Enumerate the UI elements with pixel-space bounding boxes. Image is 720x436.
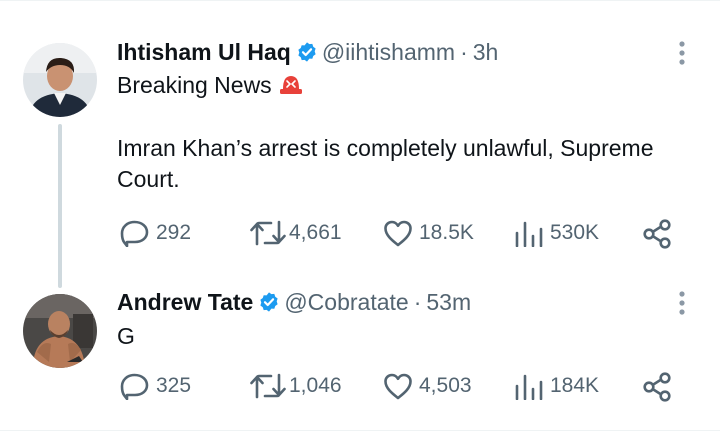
thread-line xyxy=(58,124,62,288)
tweet-header: Andrew Tate @Cobratate · 53m xyxy=(117,288,471,316)
retweet-button[interactable]: 1,046 xyxy=(249,372,342,400)
views-chart-icon xyxy=(515,221,543,247)
retweet-count: 1,046 xyxy=(289,374,342,397)
heart-icon xyxy=(384,373,412,400)
tweet-header: Ihtisham Ul Haq @iihtishamm · 3h xyxy=(117,38,498,66)
tweet-line: Imran Khan’s arrest is completely unlawf… xyxy=(117,135,654,161)
more-dots-icon[interactable] xyxy=(676,290,688,316)
views-chart-icon xyxy=(515,374,543,400)
timestamp[interactable]: 53m xyxy=(426,288,471,316)
verified-badge-icon xyxy=(260,292,278,312)
heart-icon xyxy=(384,220,412,247)
author-name[interactable]: Ihtisham Ul Haq xyxy=(117,38,291,66)
author-handle[interactable]: @iihtishamm xyxy=(322,38,455,66)
retweet-count: 4,661 xyxy=(289,221,342,244)
separator: · xyxy=(460,39,468,65)
avatar[interactable] xyxy=(23,294,97,368)
more-dots-icon[interactable] xyxy=(676,40,688,66)
avatar[interactable] xyxy=(23,43,97,117)
like-count: 4,503 xyxy=(419,374,472,397)
share-icon xyxy=(643,219,671,249)
tweet-text: G xyxy=(117,323,135,349)
like-count: 18.5K xyxy=(419,221,474,244)
tweet-line: Breaking News xyxy=(117,70,304,101)
timestamp[interactable]: 3h xyxy=(473,38,499,66)
share-button[interactable] xyxy=(642,372,672,402)
share-button[interactable] xyxy=(642,219,672,249)
tweet-line: Court. xyxy=(117,166,180,192)
like-button[interactable]: 4,503 xyxy=(383,372,472,400)
tweet-line-text: Breaking News xyxy=(117,72,272,98)
bottom-divider xyxy=(0,430,720,431)
views-button[interactable]: 530K xyxy=(514,219,599,247)
share-icon xyxy=(643,372,671,402)
author-handle[interactable]: @Cobratate xyxy=(284,288,408,316)
reply-count: 292 xyxy=(156,221,192,244)
reply-icon xyxy=(120,373,149,400)
retweet-button[interactable]: 4,661 xyxy=(249,219,342,247)
reply-count: 325 xyxy=(156,374,192,397)
retweet-icon xyxy=(250,373,286,399)
views-count: 184K xyxy=(550,374,600,397)
like-button[interactable]: 18.5K xyxy=(383,219,474,247)
separator: · xyxy=(413,289,422,315)
reply-button[interactable]: 325 xyxy=(119,372,191,400)
retweet-icon xyxy=(250,220,286,246)
police-siren-emoji xyxy=(279,76,302,94)
reply-icon xyxy=(120,220,149,247)
verified-badge-icon xyxy=(298,42,316,62)
top-divider xyxy=(0,0,720,1)
reply-button[interactable]: 292 xyxy=(119,219,191,247)
views-count: 530K xyxy=(550,221,600,244)
author-name[interactable]: Andrew Tate xyxy=(117,288,253,316)
views-button[interactable]: 184K xyxy=(514,372,599,400)
